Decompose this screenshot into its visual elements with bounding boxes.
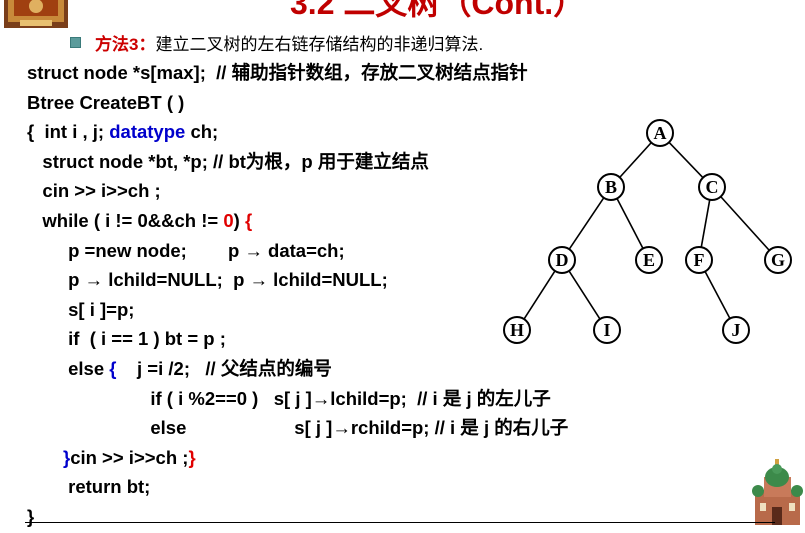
code-line: struct node *bt, *p; // bt为根，p 用于建立结点 [27,147,568,177]
university-logo-icon [4,0,68,28]
tree-node-label: E [643,250,655,270]
code-line: if ( i == 1 ) bt = p ; [27,324,568,354]
code-token: return bt; [27,476,151,498]
tree-edge-A-B [619,142,652,178]
code-line: }cin >> i>>ch ;} [27,443,568,473]
square-bullet-icon [70,37,81,48]
tree-edge-D-I [568,270,601,320]
code-token: p =new node; p → data=ch; [27,239,345,261]
tree-node-label: D [556,250,569,270]
tree-edge-D-H [523,270,556,320]
code-token: ch; [185,121,219,143]
code-token: } [188,446,196,468]
code-block: struct node *s[max]; // 辅助指针数组，存放二叉树结点指针… [27,58,568,532]
tree-node-label: J [732,320,741,340]
code-line: while ( i != 0&&ch != 0) { [27,206,568,236]
code-line: return bt; [27,472,568,502]
tree-node-C: C [698,173,726,201]
code-token: else s[ j ]→rchild=p; // i 是 j 的右儿子 [27,417,569,439]
page-title: 3.2 二叉树（Cont.） [290,0,586,21]
cathedral-icon [752,459,803,525]
tree-edge-C-F [700,199,711,248]
tree-node-label: C [706,177,719,197]
bottom-divider [25,522,775,523]
code-line: else { j =i /2; // 父结点的编号 [27,354,568,384]
binary-tree-diagram: A B C D E F G H I J [503,119,792,344]
tree-node-I: I [593,316,621,344]
tree-node-G: G [764,246,792,274]
code-token: 0 [223,209,234,231]
tree-edge-B-D [568,197,605,250]
tree-node-B: B [597,173,625,201]
code-line: p =new node; p → data=ch; [27,236,568,266]
code-line: struct node *s[max]; // 辅助指针数组，存放二叉树结点指针 [27,58,568,88]
tree-node-label: G [771,250,785,270]
code-line: { int i , j; datatype ch; [27,117,568,147]
method-bullet: 方法3： 建立二叉树的左右链存储结构的非递归算法. [70,30,483,55]
code-token: if ( i == 1 ) bt = p ; [27,328,226,350]
code-token: struct node *bt, *p; // bt为根，p 用于建立结点 [27,150,429,172]
code-line: Btree CreateBT ( ) [27,88,568,118]
tree-node-A: A [646,119,674,147]
tree-node-F: F [685,246,713,274]
code-line: } [27,502,568,532]
code-line: s[ i ]=p; [27,295,568,325]
code-token: p → lchild=NULL; p → lchild=NULL; [27,269,388,291]
tree-node-label: I [603,320,610,340]
code-token: s[ i ]=p; [27,298,135,320]
tree-node-H: H [503,316,531,344]
code-token: if ( i %2==0 ) s[ j ]→lchild=p; // i 是 j… [27,387,551,409]
code-line: p → lchild=NULL; p → lchild=NULL; [27,265,568,295]
tree-node-label: A [654,123,667,143]
code-line: else s[ j ]→rchild=p; // i 是 j 的右儿子 [27,413,568,443]
tree-node-label: H [510,320,524,340]
code-token: while ( i != 0&&ch != [27,209,224,231]
code-token: { int i , j; [27,121,110,143]
tree-node-label: B [605,177,617,197]
method-label: 方法3： [95,35,156,54]
code-token: Btree CreateBT ( ) [27,91,185,113]
code-token: j =i /2; // 父结点的编号 [116,357,332,379]
code-token: struct node *s[max]; // 辅助指针数组，存放二叉树结点指针 [27,62,528,83]
code-token: { [244,209,253,231]
method-description: 建立二叉树的左右链存储结构的非递归算法. [155,35,484,54]
tree-edge-A-C [668,141,704,179]
tree-node-J: J [722,316,750,344]
code-token: cin >> i>>ch ; [70,446,189,468]
code-token: cin >> i>>ch ; [27,180,161,202]
tree-node-D: D [548,246,576,274]
code-token: ) [233,209,245,231]
code-token: else [27,357,110,379]
code-line: if ( i %2==0 ) s[ j ]→lchild=p; // i 是 j… [27,384,568,414]
code-token: } [27,505,35,527]
tree-node-E: E [635,246,663,274]
tree-edge-F-J [704,271,731,319]
code-token: datatype [109,121,186,143]
tree-node-label: F [694,250,705,270]
tree-edge-B-E [616,198,644,249]
tree-edge-C-G [720,196,770,251]
code-line: cin >> i>>ch ; [27,176,568,206]
